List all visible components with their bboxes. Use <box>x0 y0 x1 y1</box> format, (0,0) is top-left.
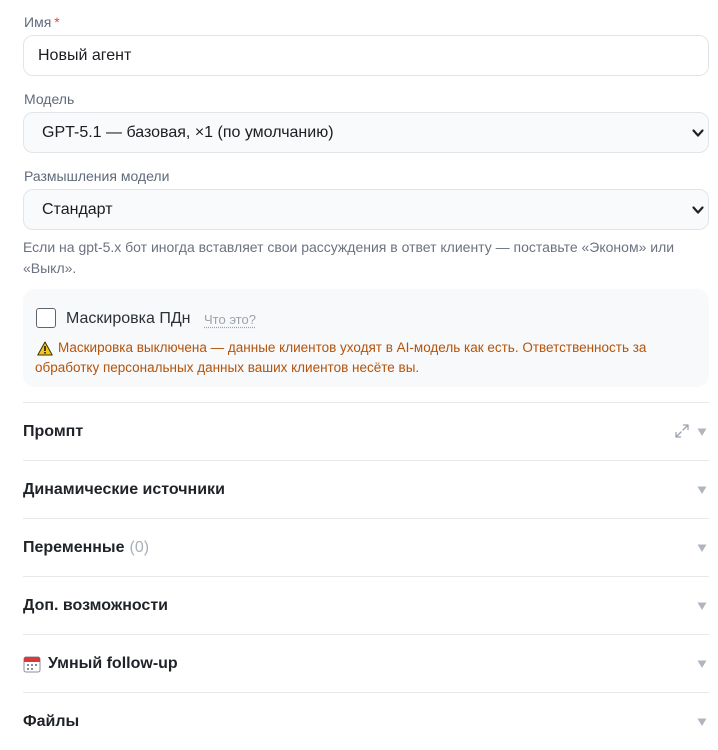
calendar-icon <box>23 656 41 672</box>
pii-help-link[interactable]: Что это? <box>204 312 256 327</box>
model-select[interactable]: GPT-5.1 — базовая, ×1 (по умолчанию) <box>23 112 709 153</box>
section-prompt[interactable]: Промпт <box>23 402 709 460</box>
name-label: Имя * <box>24 14 60 30</box>
reasoning-select-value: Стандарт <box>42 200 113 218</box>
model-label: Модель <box>24 91 75 107</box>
pii-masking-label[interactable]: Маскировка ПДн <box>66 310 191 328</box>
model-select-value: GPT-5.1 — базовая, ×1 (по умолчанию) <box>42 123 334 141</box>
section-title: Умный follow-up <box>48 654 178 672</box>
name-input-value: Новый агент <box>38 46 132 64</box>
name-input[interactable]: Новый агент <box>23 35 709 76</box>
reasoning-hint: Если на gpt-5.x бот иногда вставляет сво… <box>23 239 675 276</box>
required-mark: * <box>54 14 60 30</box>
pii-masking-checkbox[interactable] <box>36 308 56 328</box>
section-title-wrap: Переменные (0) <box>23 539 149 557</box>
reasoning-select[interactable]: Стандарт <box>23 189 709 230</box>
reasoning-label: Размышления модели <box>24 168 170 184</box>
variables-count: (0) <box>129 538 150 556</box>
section-title-wrap: Умный follow-up <box>23 655 178 673</box>
caret-down-icon <box>697 486 707 494</box>
caret-down-icon <box>697 428 707 436</box>
chevron-down-icon <box>692 129 704 137</box>
caret-down-icon <box>697 718 707 726</box>
caret-down-icon <box>697 602 707 610</box>
caret-down-icon <box>697 544 707 552</box>
section-title: Динамические источники <box>23 480 225 498</box>
section-dynamic-sources[interactable]: Динамические источники <box>23 460 709 518</box>
expand-icon[interactable] <box>674 423 690 439</box>
section-title: Файлы <box>23 712 80 730</box>
agent-settings-form: Имя * Новый агент Модель GPT-5.1 — базова… <box>0 0 718 737</box>
section-title: Доп. возможности <box>23 596 168 614</box>
section-title: Промпт <box>23 422 84 440</box>
caret-down-icon <box>697 660 707 668</box>
name-label-text: Имя <box>24 14 52 30</box>
section-title: Переменные <box>23 538 125 556</box>
chevron-down-icon <box>692 206 704 214</box>
pii-warning-text: Маскировка выключена — данные клиентов у… <box>35 340 647 375</box>
section-files[interactable]: Файлы <box>23 692 709 750</box>
pii-masking-panel: Маскировка ПДн Что это? Маскировка выклю… <box>23 289 709 387</box>
section-extra-features[interactable]: Доп. возможности <box>23 576 709 634</box>
section-variables[interactable]: Переменные (0) <box>23 518 709 576</box>
section-smart-follow-up[interactable]: Умный follow-up <box>23 634 709 692</box>
